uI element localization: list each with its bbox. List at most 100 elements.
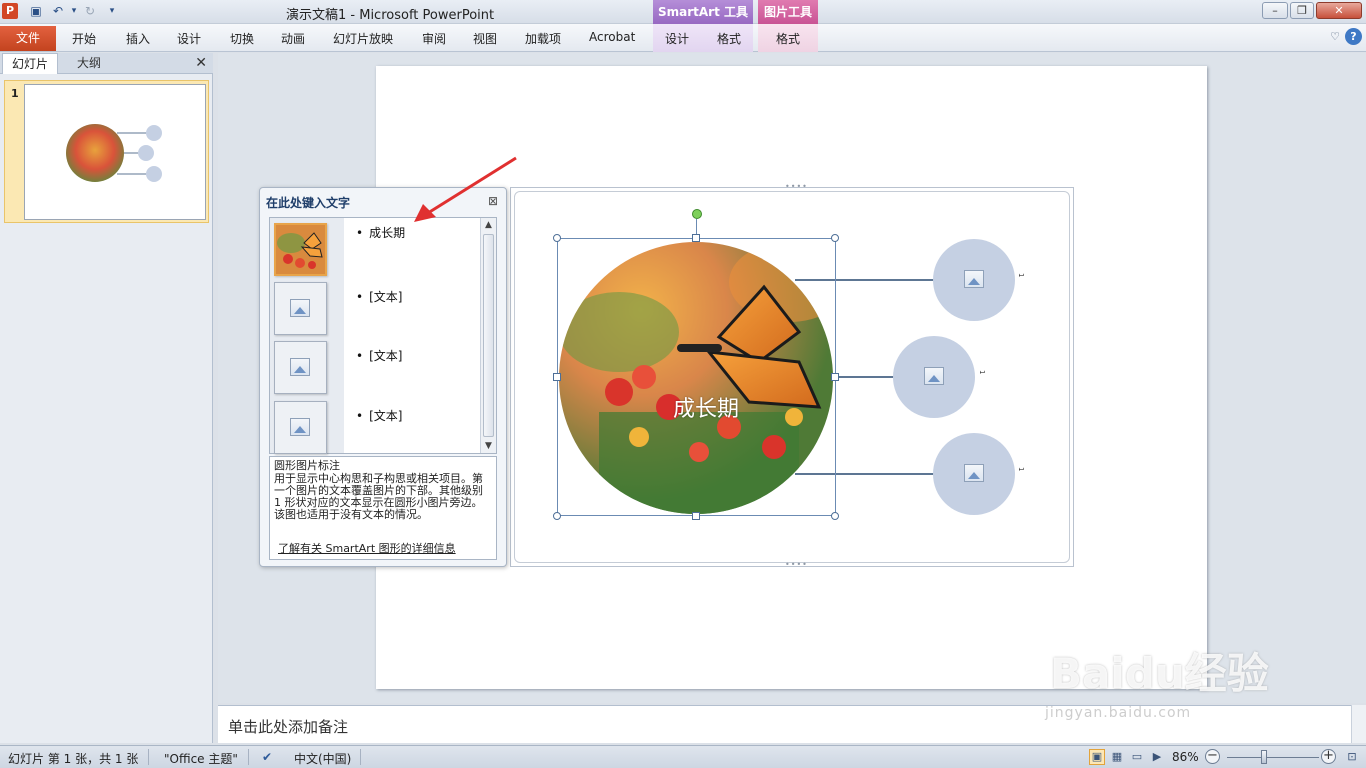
resize-handle-tl[interactable] xyxy=(553,234,561,242)
status-divider xyxy=(360,749,361,765)
resize-handle-bottom[interactable] xyxy=(692,512,700,520)
slide-thumbnail[interactable] xyxy=(24,84,206,220)
tab-home[interactable]: 开始 xyxy=(72,30,96,47)
tab-file[interactable]: 文件 xyxy=(0,26,56,51)
notes-scrollbar[interactable] xyxy=(1351,705,1366,743)
language[interactable]: 中文(中国) xyxy=(294,750,351,767)
undo-icon[interactable]: ↶ xyxy=(50,3,66,19)
resize-handle-tr[interactable] xyxy=(831,234,839,242)
tab-slideshow[interactable]: 幻灯片放映 xyxy=(333,30,393,47)
frame-grip-bottom[interactable]: •••• xyxy=(785,560,808,569)
spellcheck-icon[interactable]: ✔ xyxy=(262,750,272,764)
ribbon-tabs: 文件 开始 插入 设计 切换 动画 幻灯片放映 审阅 视图 加载项 Acroba… xyxy=(0,24,1366,52)
baidu-watermark-url: jingyan.baidu.com xyxy=(1045,705,1192,721)
tab-animations[interactable]: 动画 xyxy=(281,30,305,47)
tab-outline[interactable]: 大纲 xyxy=(60,53,118,74)
child-label-1[interactable]: 1 xyxy=(1017,273,1025,277)
text-pane-thumbnails xyxy=(270,218,344,454)
theme-name[interactable]: "Office 主题" xyxy=(164,750,238,767)
help-icon[interactable]: ? xyxy=(1345,28,1362,45)
undo-dropdown-icon[interactable]: ▾ xyxy=(66,3,82,19)
resize-handle-left[interactable] xyxy=(553,373,561,381)
close-pane-icon[interactable]: ✕ xyxy=(195,55,207,71)
minimize-ribbon-icon[interactable]: ♡ xyxy=(1330,30,1340,43)
layout-name: 圆形图片标注 xyxy=(274,459,340,472)
close-button[interactable]: ✕ xyxy=(1316,2,1362,19)
zoom-level[interactable]: 86% xyxy=(1172,750,1199,764)
scrollbar-thumb[interactable] xyxy=(483,234,494,437)
tab-addins[interactable]: 加载项 xyxy=(525,30,561,47)
text-pane-item-1[interactable]: 成长期 xyxy=(356,224,405,241)
resize-handle-bl[interactable] xyxy=(553,512,561,520)
child-label-3[interactable]: 1 xyxy=(1017,467,1025,471)
butterfly-thumb xyxy=(276,225,325,274)
tab-picture-format[interactable]: 格式 xyxy=(776,30,800,47)
picture-placeholder-icon[interactable] xyxy=(290,299,310,317)
resize-handle-right[interactable] xyxy=(831,373,839,381)
text-pane-thumb-placeholder-2[interactable] xyxy=(274,341,327,394)
picture-placeholder-icon[interactable] xyxy=(290,418,310,436)
text-pane-title: 在此处键入文字 xyxy=(266,196,351,210)
normal-view-icon[interactable]: ▣ xyxy=(1089,749,1105,765)
child-picture-circle-2[interactable] xyxy=(893,336,975,418)
text-pane-item-3[interactable]: [文本] xyxy=(356,347,402,364)
tab-slides[interactable]: 幻灯片 xyxy=(2,53,58,74)
text-pane-close-icon[interactable]: ⊠ xyxy=(488,194,498,208)
smartart-text-pane: 在此处键入文字 ⊠ 成长期 [文本] [文本] [文本] xyxy=(259,187,507,567)
layout-description: 圆形图片标注 用于显示中心构思和子构思或相关项目。第一个图片的文本覆盖图片的下部… xyxy=(269,456,497,560)
slide-thumbnail-item[interactable]: 1 xyxy=(4,80,209,223)
slide-number: 1 xyxy=(11,87,19,100)
tab-review[interactable]: 审阅 xyxy=(422,30,446,47)
child-picture-circle-1[interactable] xyxy=(933,239,1015,321)
learn-more-link[interactable]: 了解有关 SmartArt 图形的详细信息 xyxy=(278,543,456,555)
selection-box xyxy=(557,238,836,516)
picture-placeholder-icon[interactable] xyxy=(924,367,944,385)
picture-placeholder-icon[interactable] xyxy=(964,270,984,288)
text-pane-item-4[interactable]: [文本] xyxy=(356,407,402,424)
zoom-in-icon[interactable]: + xyxy=(1321,749,1336,764)
slide-count: 幻灯片 第 1 张，共 1 张 xyxy=(8,752,139,766)
customize-qat-icon[interactable]: ▾ xyxy=(104,3,120,19)
status-bar: 幻灯片 第 1 张，共 1 张 "Office 主题" ✔ 中文(中国) ▣ ▦… xyxy=(0,745,1366,768)
powerpoint-app-icon[interactable]: P xyxy=(2,3,18,19)
child-picture-circle-3[interactable] xyxy=(933,433,1015,515)
reading-view-icon[interactable]: ▭ xyxy=(1129,749,1145,765)
text-pane-thumb-placeholder-1[interactable] xyxy=(274,282,327,335)
slide-sorter-icon[interactable]: ▦ xyxy=(1109,749,1125,765)
zoom-out-icon[interactable]: − xyxy=(1205,749,1220,764)
scroll-up-icon[interactable]: ▲ xyxy=(483,220,494,230)
picture-tools-header: 图片工具 xyxy=(758,0,818,24)
resize-handle-top[interactable] xyxy=(692,234,700,242)
scroll-down-icon[interactable]: ▼ xyxy=(483,441,494,451)
picture-placeholder-icon[interactable] xyxy=(964,464,984,482)
tab-smartart-format[interactable]: 格式 xyxy=(717,30,741,47)
text-pane-thumb-photo[interactable] xyxy=(274,223,327,276)
tab-acrobat[interactable]: Acrobat xyxy=(589,30,635,44)
minimize-button[interactable]: – xyxy=(1262,2,1288,19)
text-pane-thumb-placeholder-3[interactable] xyxy=(274,401,327,454)
status-divider xyxy=(248,749,249,765)
status-divider xyxy=(148,749,149,765)
picture-placeholder-icon[interactable] xyxy=(290,358,310,376)
notes-placeholder[interactable]: 单击此处添加备注 xyxy=(228,716,348,737)
smartart-tools-header: SmartArt 工具 xyxy=(653,0,753,24)
slideshow-view-icon[interactable]: ▶ xyxy=(1149,749,1165,765)
zoom-slider-thumb[interactable] xyxy=(1261,750,1267,764)
tab-view[interactable]: 视图 xyxy=(473,30,497,47)
tab-design[interactable]: 设计 xyxy=(177,30,201,47)
text-pane-scrollbar[interactable]: ▲ ▼ xyxy=(480,218,496,453)
window-title: 演示文稿1 - Microsoft PowerPoint xyxy=(286,8,495,23)
child-label-2[interactable]: 1 xyxy=(978,370,986,374)
tab-smartart-design[interactable]: 设计 xyxy=(665,30,689,47)
tab-insert[interactable]: 插入 xyxy=(126,30,150,47)
frame-grip-top[interactable]: •••• xyxy=(785,182,808,191)
zoom-slider-track[interactable] xyxy=(1227,757,1319,758)
maximize-button[interactable]: ❐ xyxy=(1290,2,1314,19)
tab-transitions[interactable]: 切换 xyxy=(230,30,254,47)
rotate-handle[interactable] xyxy=(692,209,702,219)
redo-icon[interactable]: ↻ xyxy=(82,3,98,19)
save-icon[interactable]: ▣ xyxy=(28,3,44,19)
text-pane-item-2[interactable]: [文本] xyxy=(356,288,402,305)
fit-to-window-icon[interactable]: ⊡ xyxy=(1344,749,1360,765)
resize-handle-br[interactable] xyxy=(831,512,839,520)
